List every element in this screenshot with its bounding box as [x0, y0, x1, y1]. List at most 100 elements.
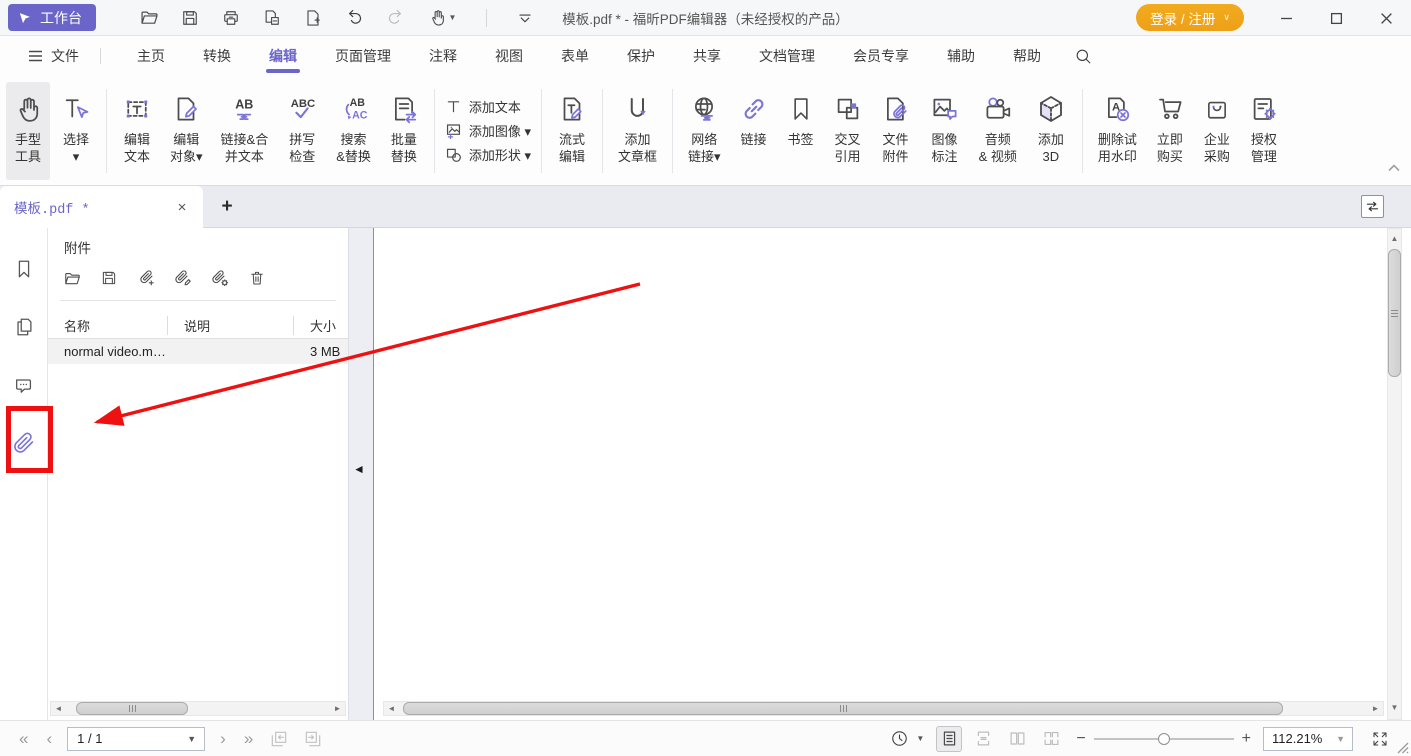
remove-watermark-button[interactable]: A 删除试 用水印: [1091, 82, 1144, 180]
menu-item-doc-management[interactable]: 文档管理: [757, 36, 817, 76]
menu-item-share[interactable]: 共享: [691, 36, 723, 76]
redo-icon[interactable]: [384, 7, 406, 29]
facing-layout-icon[interactable]: [1005, 727, 1029, 751]
delete-attachment-icon[interactable]: [245, 266, 269, 290]
menu-item-protect[interactable]: 保护: [625, 36, 657, 76]
menu-item-comment[interactable]: 注释: [427, 36, 459, 76]
fullscreen-icon[interactable]: [1369, 728, 1391, 750]
next-page-icon[interactable]: ›: [211, 729, 235, 749]
edit-object-button[interactable]: 编辑 对象▾: [163, 82, 210, 180]
save-attachment-icon[interactable]: [97, 266, 121, 290]
add-image-button[interactable]: 添加图像 ▾: [445, 121, 531, 140]
document-hscroll-thumb[interactable]: [403, 702, 1283, 715]
add-attachment-icon[interactable]: [134, 266, 158, 290]
file-attachment-button[interactable]: 文件 附件: [874, 82, 918, 180]
maximize-button[interactable]: [1311, 0, 1361, 36]
pages-panel-icon[interactable]: [11, 314, 37, 340]
scroll-down-icon[interactable]: ▼: [1388, 700, 1401, 715]
undo-icon[interactable]: [343, 7, 365, 29]
open-attachment-icon[interactable]: [60, 266, 84, 290]
document-vscrollbar[interactable]: ▲ ▼: [1387, 228, 1402, 720]
edit-text-button[interactable]: 编辑 文本: [115, 82, 159, 180]
menu-item-accessibility[interactable]: 辅助: [945, 36, 977, 76]
link-button[interactable]: 链接: [732, 82, 776, 180]
bookmark-button[interactable]: 书签: [780, 82, 822, 180]
hand-tool-button[interactable]: 手型 工具: [6, 82, 50, 180]
first-page-icon[interactable]: «: [10, 729, 37, 749]
save-icon[interactable]: [179, 7, 201, 29]
collapse-toolbar-icon[interactable]: [514, 7, 536, 29]
select-tool-button[interactable]: 选择 ▾: [54, 82, 98, 180]
col-size[interactable]: 大小: [294, 316, 348, 335]
link-merge-text-button[interactable]: AB 链接&合 并文本: [214, 82, 276, 180]
search-icon[interactable]: [1070, 43, 1096, 69]
spell-check-button[interactable]: ABC 拼写 检查: [279, 82, 325, 180]
scroll-right-icon[interactable]: ►: [330, 702, 345, 715]
menu-item-convert[interactable]: 转换: [201, 36, 233, 76]
menu-item-page-management[interactable]: 页面管理: [333, 36, 393, 76]
search-replace-button[interactable]: ABAC 搜索 &替换: [329, 82, 378, 180]
menu-item-form[interactable]: 表单: [559, 36, 591, 76]
col-name[interactable]: 名称: [48, 316, 168, 335]
facing-continuous-layout-icon[interactable]: [1039, 727, 1063, 751]
attachment-settings-icon[interactable]: [208, 266, 232, 290]
continuous-layout-icon[interactable]: [971, 727, 995, 751]
zoom-slider[interactable]: [1094, 729, 1234, 749]
document-vscroll-thumb[interactable]: [1388, 249, 1401, 377]
attachments-panel-icon[interactable]: [11, 430, 37, 456]
web-link-button[interactable]: 网络 链接▾: [681, 82, 728, 180]
previous-page-icon[interactable]: ‹: [37, 729, 61, 749]
menu-item-edit[interactable]: 编辑: [267, 36, 299, 76]
buy-now-button[interactable]: 立即 购买: [1148, 82, 1192, 180]
add-page-icon[interactable]: [302, 7, 324, 29]
panel-hscroll-track[interactable]: [66, 702, 330, 715]
menu-item-view[interactable]: 视图: [493, 36, 525, 76]
previous-view-icon[interactable]: [268, 728, 290, 750]
delete-page-icon[interactable]: [261, 7, 283, 29]
image-annotation-button[interactable]: 图像 标注: [922, 82, 968, 180]
switch-tab-icon[interactable]: [1361, 195, 1384, 218]
single-page-layout-icon[interactable]: [937, 727, 961, 751]
collapse-panel-icon[interactable]: ◄: [353, 462, 365, 476]
login-register-button[interactable]: 登录 / 注册 ∨: [1136, 4, 1244, 31]
enterprise-purchase-button[interactable]: 企业 采购: [1196, 82, 1238, 180]
scroll-right-icon[interactable]: ►: [1368, 702, 1383, 715]
audio-video-button[interactable]: 音频 & 视频: [972, 82, 1024, 180]
document-canvas[interactable]: ◄ ►: [373, 228, 1387, 720]
zoom-in-icon[interactable]: +: [1234, 730, 1259, 748]
resize-grip[interactable]: [1395, 740, 1409, 754]
bookmarks-panel-icon[interactable]: [11, 256, 37, 282]
batch-replace-button[interactable]: 批量 替换: [382, 82, 426, 180]
add-article-box-button[interactable]: 添加 文章框: [611, 82, 664, 180]
auto-scroll-icon[interactable]: [888, 728, 910, 750]
scroll-left-icon[interactable]: ◄: [384, 702, 399, 715]
menu-item-home[interactable]: 主页: [135, 36, 167, 76]
collapse-ribbon-icon[interactable]: [1387, 163, 1401, 173]
add-text-button[interactable]: 添加文本: [445, 97, 531, 116]
add-3d-button[interactable]: 添加 3D: [1028, 82, 1074, 180]
panel-hscrollbar[interactable]: ◄ ►: [50, 701, 346, 716]
comments-panel-icon[interactable]: [11, 372, 37, 398]
attachments-table-header[interactable]: 名称 说明 大小: [48, 313, 348, 339]
flow-edit-button[interactable]: 流式 编辑: [550, 82, 594, 180]
document-hscrollbar[interactable]: ◄ ►: [383, 701, 1384, 716]
next-view-icon[interactable]: [302, 728, 324, 750]
add-shape-button[interactable]: 添加形状 ▾: [445, 145, 531, 164]
tab-close-icon[interactable]: ×: [173, 199, 191, 216]
zoom-slider-knob[interactable]: [1158, 733, 1170, 745]
panel-hscroll-thumb[interactable]: [76, 702, 188, 715]
document-hscroll-track[interactable]: [399, 702, 1368, 715]
edit-attachment-icon[interactable]: [171, 266, 195, 290]
menu-item-file[interactable]: 文件: [26, 36, 81, 76]
hand-quick-tool-icon[interactable]: ▼: [425, 7, 459, 29]
col-description[interactable]: 说明: [168, 316, 294, 335]
new-tab-button[interactable]: +: [216, 196, 238, 218]
close-button[interactable]: [1361, 0, 1411, 36]
zoom-combobox[interactable]: 112.21% ▼: [1263, 727, 1353, 751]
page-number-combobox[interactable]: 1 / 1 ▼: [67, 727, 205, 751]
attachment-row[interactable]: normal video.m… 3 MB: [48, 339, 348, 364]
menu-item-help[interactable]: 帮助: [1011, 36, 1043, 76]
last-page-icon[interactable]: »: [235, 729, 262, 749]
scroll-left-icon[interactable]: ◄: [51, 702, 66, 715]
open-file-icon[interactable]: [138, 7, 160, 29]
